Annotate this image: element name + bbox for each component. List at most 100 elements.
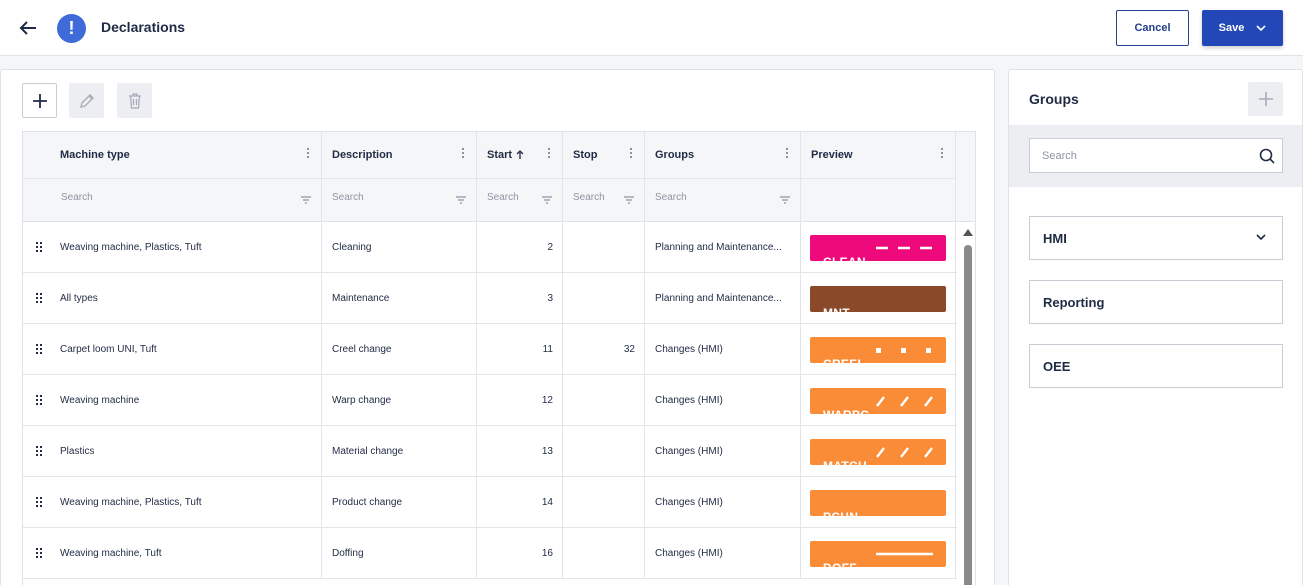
filter-input[interactable] bbox=[61, 192, 270, 203]
cell-machine-type-text: All types bbox=[60, 293, 98, 304]
filter-input[interactable] bbox=[573, 192, 614, 203]
table-row[interactable]: Carpet loom UNI, Tuft Creel change 11 32 Cha… bbox=[23, 324, 957, 375]
groups-search-input[interactable] bbox=[1042, 150, 1242, 162]
column-groups[interactable]: Groups bbox=[645, 132, 801, 178]
scroll-up-icon[interactable] bbox=[963, 229, 973, 236]
group-item-label: OEE bbox=[1043, 359, 1071, 374]
column-machine-type[interactable]: Machine type bbox=[23, 132, 322, 178]
cell-description-text: Creel change bbox=[332, 344, 392, 355]
filter-icon[interactable] bbox=[456, 196, 466, 204]
drag-handle-icon[interactable] bbox=[36, 497, 42, 507]
filter-input[interactable] bbox=[332, 192, 440, 203]
add-group-button[interactable] bbox=[1248, 82, 1283, 116]
line-pattern-icon bbox=[876, 552, 933, 556]
cell-machine-type: Carpet loom UNI, Tuft bbox=[23, 324, 322, 375]
cell-groups: Changes (HMI) bbox=[645, 528, 801, 579]
cell-preview: CREEL bbox=[801, 324, 956, 375]
filter-input[interactable] bbox=[487, 192, 530, 203]
group-item-hmi[interactable]: HMI bbox=[1029, 216, 1283, 260]
cell-groups: Planning and Maintenance... bbox=[645, 222, 801, 273]
column-menu-icon[interactable] bbox=[630, 148, 633, 160]
drag-handle-icon[interactable] bbox=[36, 548, 42, 558]
drag-handle-icon[interactable] bbox=[36, 293, 42, 303]
preview-badge: MNT bbox=[810, 286, 946, 320]
cell-description: Doffing bbox=[322, 528, 477, 579]
column-menu-icon[interactable] bbox=[307, 148, 310, 160]
drag-handle-icon[interactable] bbox=[36, 344, 42, 354]
cell-preview: MATCH bbox=[801, 426, 956, 477]
filter-icon[interactable] bbox=[301, 196, 311, 204]
preview-code: CLEAN bbox=[823, 255, 866, 269]
column-menu-icon[interactable] bbox=[941, 148, 944, 160]
cell-groups-text: Changes (HMI) bbox=[655, 497, 723, 508]
preview-badge: MATCH bbox=[810, 439, 946, 473]
cell-description: Cleaning bbox=[322, 222, 477, 273]
cell-groups-text: Planning and Maintenance... bbox=[655, 293, 782, 304]
chevron-down-icon bbox=[1256, 25, 1266, 31]
groups-panel: Groups HMI Reporting OEE bbox=[1008, 69, 1303, 585]
cell-stop bbox=[563, 477, 645, 528]
page-title: Declarations bbox=[101, 19, 186, 35]
groups-search-box bbox=[1029, 138, 1283, 173]
drag-handle-icon[interactable] bbox=[36, 242, 42, 252]
cell-description: Product change bbox=[322, 477, 477, 528]
column-menu-icon[interactable] bbox=[462, 148, 465, 160]
preview-code: PCHN bbox=[823, 510, 859, 524]
chevron-down-icon[interactable] bbox=[1256, 234, 1266, 240]
preview-badge: CREEL bbox=[810, 337, 946, 371]
cell-start: 13 bbox=[477, 426, 563, 477]
cell-machine-type: All types bbox=[23, 273, 322, 324]
cell-start: 12 bbox=[477, 375, 563, 426]
cancel-button[interactable]: Cancel bbox=[1116, 10, 1189, 46]
preview-code: CREEL bbox=[823, 357, 866, 371]
column-stop[interactable]: Stop bbox=[563, 132, 645, 178]
edit-button[interactable] bbox=[69, 83, 104, 118]
table-row[interactable]: Weaving machine, Tuft Doffing 16 Changes (H… bbox=[23, 528, 957, 579]
table-row[interactable]: Weaving machine Warp change 12 Changes (HMI… bbox=[23, 375, 957, 426]
preview-badge: WARPC bbox=[810, 388, 946, 422]
cell-machine-type: Plastics bbox=[23, 426, 322, 477]
sort-ascending-icon bbox=[516, 150, 524, 159]
plus-icon bbox=[1258, 92, 1273, 106]
table-row[interactable]: All types Maintenance 3 Planning and Mainte… bbox=[23, 273, 957, 324]
cell-start-text: 2 bbox=[547, 242, 553, 253]
group-item-reporting[interactable]: Reporting bbox=[1029, 280, 1283, 324]
column-menu-icon[interactable] bbox=[548, 148, 551, 160]
column-menu-icon[interactable] bbox=[786, 148, 789, 160]
table-row[interactable]: Weaving machine, Plastics, Tuft Product c… bbox=[23, 477, 957, 528]
filter-icon[interactable] bbox=[542, 196, 552, 204]
column-start[interactable]: Start bbox=[477, 132, 563, 178]
save-button[interactable]: Save bbox=[1202, 10, 1283, 46]
drag-handle-icon[interactable] bbox=[36, 446, 42, 456]
add-button[interactable] bbox=[22, 83, 57, 118]
table-row[interactable]: Weaving machine, Plastics, Tuft Cleaning 2… bbox=[23, 222, 957, 273]
cell-start: 14 bbox=[477, 477, 563, 528]
filter-icon[interactable] bbox=[780, 196, 790, 204]
groups-search-area bbox=[1009, 125, 1302, 187]
back-arrow-icon[interactable] bbox=[14, 14, 42, 42]
filter-preview bbox=[801, 178, 956, 222]
cell-preview: MNT bbox=[801, 273, 956, 324]
cell-start-text: 12 bbox=[541, 395, 553, 406]
column-label: Machine type bbox=[60, 149, 130, 161]
column-label: Stop bbox=[573, 149, 598, 161]
filter-input[interactable] bbox=[655, 192, 764, 203]
drag-handle-icon[interactable] bbox=[36, 395, 42, 405]
column-description[interactable]: Description bbox=[322, 132, 477, 178]
delete-button[interactable] bbox=[117, 83, 152, 118]
scrollbar-thumb[interactable] bbox=[964, 245, 972, 585]
search-icon[interactable] bbox=[1259, 148, 1275, 164]
table-row[interactable]: Plastics Material change 13 Changes (HMI) MA… bbox=[23, 426, 957, 477]
column-preview[interactable]: Preview bbox=[801, 132, 956, 178]
cell-groups-text: Planning and Maintenance... bbox=[655, 242, 782, 253]
slash-pattern-icon bbox=[876, 447, 933, 458]
cell-description-text: Product change bbox=[332, 497, 403, 508]
filter-icon[interactable] bbox=[624, 196, 634, 204]
group-item-label: HMI bbox=[1043, 231, 1067, 246]
cell-stop: 32 bbox=[563, 324, 645, 375]
cell-start-text: 13 bbox=[541, 446, 553, 457]
preview-badge: CLEAN bbox=[810, 235, 946, 269]
groups-title: Groups bbox=[1029, 91, 1079, 107]
cell-start: 2 bbox=[477, 222, 563, 273]
group-item-oee[interactable]: OEE bbox=[1029, 344, 1283, 388]
